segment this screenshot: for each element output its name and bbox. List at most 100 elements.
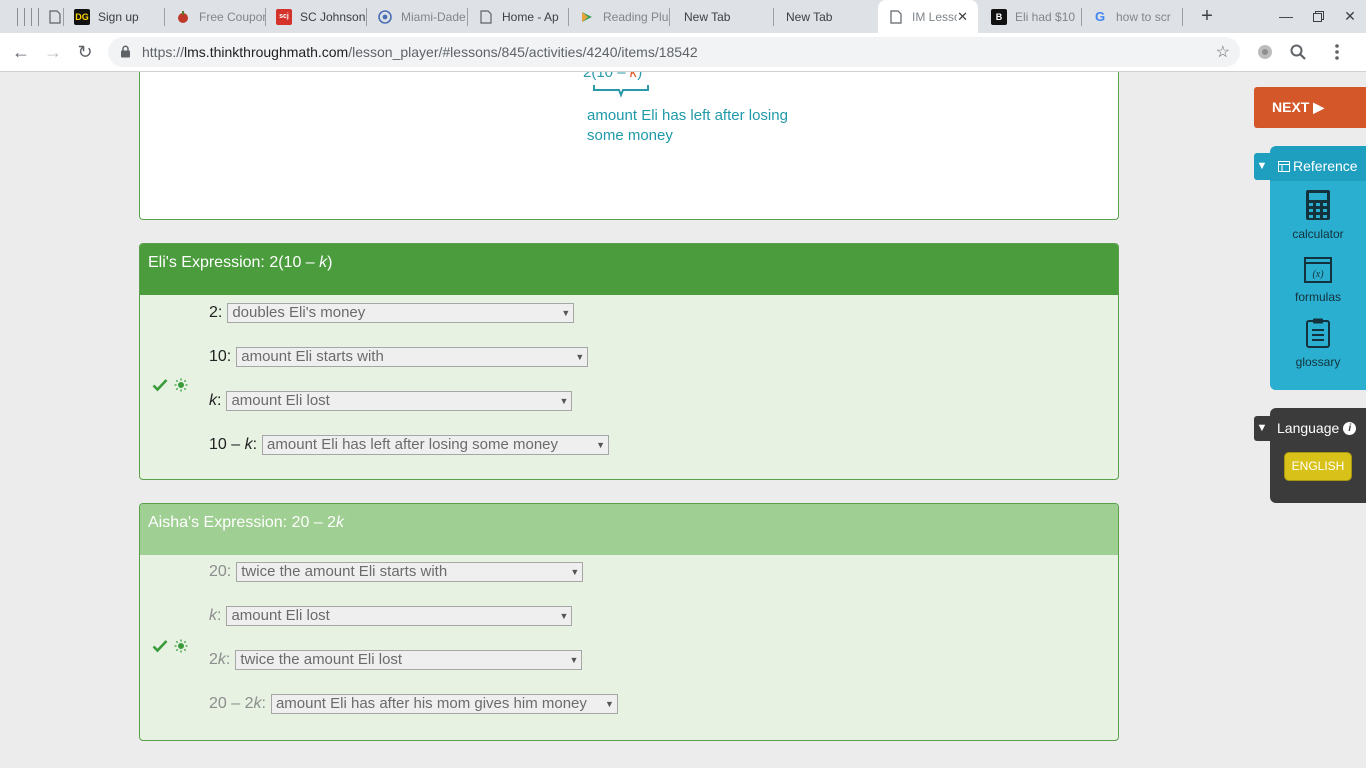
scj-icon: scj: [276, 8, 292, 25]
browser-tab-active[interactable]: IM Lesson ✕: [878, 0, 978, 33]
reference-label: Reference: [1293, 158, 1358, 174]
browser-tab[interactable]: DG Sign up: [64, 0, 165, 33]
expression-annotation: amount Eli has left after losing some mo…: [587, 107, 788, 144]
hint-bulb-icon[interactable]: [174, 639, 188, 653]
reference-panel: Reference calculator (x) formulas glossa…: [1270, 146, 1366, 390]
browser-tab[interactable]: [37, 0, 64, 33]
eli-expression-header: Eli's Expression: 2(10 – k): [140, 244, 1118, 295]
meaning-dropdown[interactable]: amount Eli lost ▼: [226, 391, 573, 411]
term-label: k:: [209, 392, 222, 409]
eli-row-k: k: amount Eli lost ▼: [209, 391, 573, 411]
language-collapse-toggle[interactable]: ▼: [1254, 416, 1270, 441]
reload-button[interactable]: ↻: [72, 39, 98, 65]
brainly-icon: B: [991, 8, 1007, 25]
calculator-tool[interactable]: calculator: [1270, 190, 1366, 241]
reference-icon: [1278, 160, 1290, 172]
svg-text:(x): (x): [1312, 269, 1324, 280]
language-header: Language i: [1277, 420, 1357, 436]
clever-icon: [377, 9, 393, 25]
expression-diagram-card: 2(10 – k) amount Eli has left after losi…: [139, 72, 1119, 220]
next-button[interactable]: NEXT ▶: [1254, 87, 1366, 128]
browser-tab[interactable]: Home - Ap: [468, 0, 569, 33]
browser-tab[interactable]: scj SC Johnson: [266, 0, 367, 33]
meaning-dropdown[interactable]: amount Eli has after his mom gives him m…: [270, 694, 618, 714]
page-icon: [478, 9, 494, 25]
reference-collapse-toggle[interactable]: ▼: [1254, 153, 1270, 180]
restore-button[interactable]: [1302, 0, 1334, 33]
term-label: 20:: [209, 563, 232, 580]
reference-header[interactable]: Reference: [1278, 158, 1358, 174]
term-label: 10:: [209, 348, 232, 365]
browser-tab[interactable]: Reading Plus: [569, 0, 670, 33]
meaning-dropdown[interactable]: amount Eli lost ▼: [226, 606, 573, 626]
formulas-icon: (x): [1304, 257, 1332, 283]
eli-status: [152, 378, 188, 392]
dropdown-arrow-icon: ▼: [559, 396, 569, 406]
browser-tab[interactable]: New Tab: [674, 0, 774, 33]
aisha-row-20-minus-2k: 20 – 2k: amount Eli has after his mom gi…: [209, 694, 618, 714]
reading-icon: [579, 9, 595, 25]
address-bar[interactable]: https://lms.thinkthroughmath.com/lesson_…: [108, 37, 1240, 67]
brace-graphic: [593, 85, 649, 98]
url-text[interactable]: https://lms.thinkthroughmath.com/lesson_…: [142, 44, 698, 60]
calculator-icon: [1306, 190, 1330, 220]
dg-icon: DG: [74, 8, 90, 25]
term-label: 2:: [209, 304, 223, 321]
aisha-expression-section: Aisha's Expression: 20 – 2k 20: twice th…: [139, 503, 1119, 741]
browser-tab[interactable]: New Tab: [776, 0, 876, 33]
dropdown-arrow-icon: ▼: [575, 352, 585, 362]
dropdown-arrow-icon: ▼: [570, 567, 580, 577]
back-button[interactable]: ←: [8, 39, 34, 65]
browser-tab[interactable]: B Eli had $10: [981, 0, 1082, 33]
page-icon: [47, 9, 63, 25]
aisha-row-2k: 2k: twice the amount Eli lost ▼: [209, 650, 583, 670]
coupon-icon: [175, 9, 191, 25]
browser-tab[interactable]: Free Coupons: [165, 0, 266, 33]
glossary-icon: [1306, 318, 1330, 348]
language-label: Language: [1277, 420, 1340, 436]
lesson-page: 2(10 – k) amount Eli has left after losi…: [0, 72, 1366, 768]
aisha-row-k: k: amount Eli lost ▼: [209, 606, 573, 626]
close-tab-icon[interactable]: ✕: [957, 9, 968, 25]
reference-tools: calculator (x) formulas glossary: [1270, 181, 1366, 390]
eli-row-10-minus-k: 10 – k: amount Eli has left after losing…: [209, 435, 610, 455]
search-icon[interactable]: [1289, 43, 1307, 66]
dropdown-arrow-icon: ▼: [596, 440, 606, 450]
term-label: 2k:: [209, 651, 231, 668]
menu-dots-icon[interactable]: [1334, 43, 1340, 66]
forward-button[interactable]: →: [40, 39, 66, 65]
info-icon[interactable]: i: [1343, 421, 1357, 435]
page-icon: [888, 9, 904, 25]
meaning-dropdown[interactable]: amount Eli starts with ▼: [236, 347, 589, 367]
close-window-button[interactable]: ✕: [1334, 0, 1366, 33]
meaning-dropdown[interactable]: doubles Eli's money ▼: [227, 303, 575, 323]
eli-expression-section: Eli's Expression: 2(10 – k) 2: doubles E…: [139, 243, 1119, 480]
browser-tab[interactable]: G how to scr: [1082, 0, 1183, 33]
formulas-tool[interactable]: (x) formulas: [1270, 257, 1366, 304]
meaning-dropdown[interactable]: twice the amount Eli lost ▼: [235, 650, 583, 670]
browser-toolbar: ← → ↻ https://lms.thinkthroughmath.com/l…: [0, 33, 1366, 72]
dropdown-arrow-icon: ▼: [561, 308, 571, 318]
dropdown-arrow-icon: ▼: [559, 611, 569, 621]
meaning-dropdown[interactable]: amount Eli has left after losing some mo…: [262, 435, 610, 455]
meaning-dropdown[interactable]: twice the amount Eli starts with ▼: [236, 562, 584, 582]
glossary-label: glossary: [1295, 355, 1341, 369]
browser-tab[interactable]: Miami-Dade: [367, 0, 468, 33]
language-panel: Language i ENGLISH: [1270, 408, 1366, 503]
eli-row-10: 10: amount Eli starts with ▼: [209, 347, 589, 367]
minimize-button[interactable]: —: [1270, 0, 1302, 33]
hint-bulb-icon[interactable]: [174, 378, 188, 392]
dropdown-arrow-icon: ▼: [569, 655, 579, 665]
term-label: k:: [209, 607, 222, 624]
eli-row-2: 2: doubles Eli's money ▼: [209, 303, 575, 323]
bookmark-star-icon[interactable]: ☆: [1216, 42, 1230, 62]
calculator-label: calculator: [1292, 227, 1344, 241]
browser-tabstrip: DG Sign up Free Coupons scj SC Johnson M…: [0, 0, 1366, 33]
expression-math: 2(10 – k): [583, 72, 643, 81]
aisha-row-20: 20: twice the amount Eli starts with ▼: [209, 562, 584, 582]
new-tab-button[interactable]: +: [1196, 5, 1218, 27]
glossary-tool[interactable]: glossary: [1270, 318, 1366, 369]
english-button[interactable]: ENGLISH: [1284, 452, 1352, 481]
extension-icon[interactable]: [1256, 43, 1274, 66]
check-icon: [152, 640, 168, 653]
